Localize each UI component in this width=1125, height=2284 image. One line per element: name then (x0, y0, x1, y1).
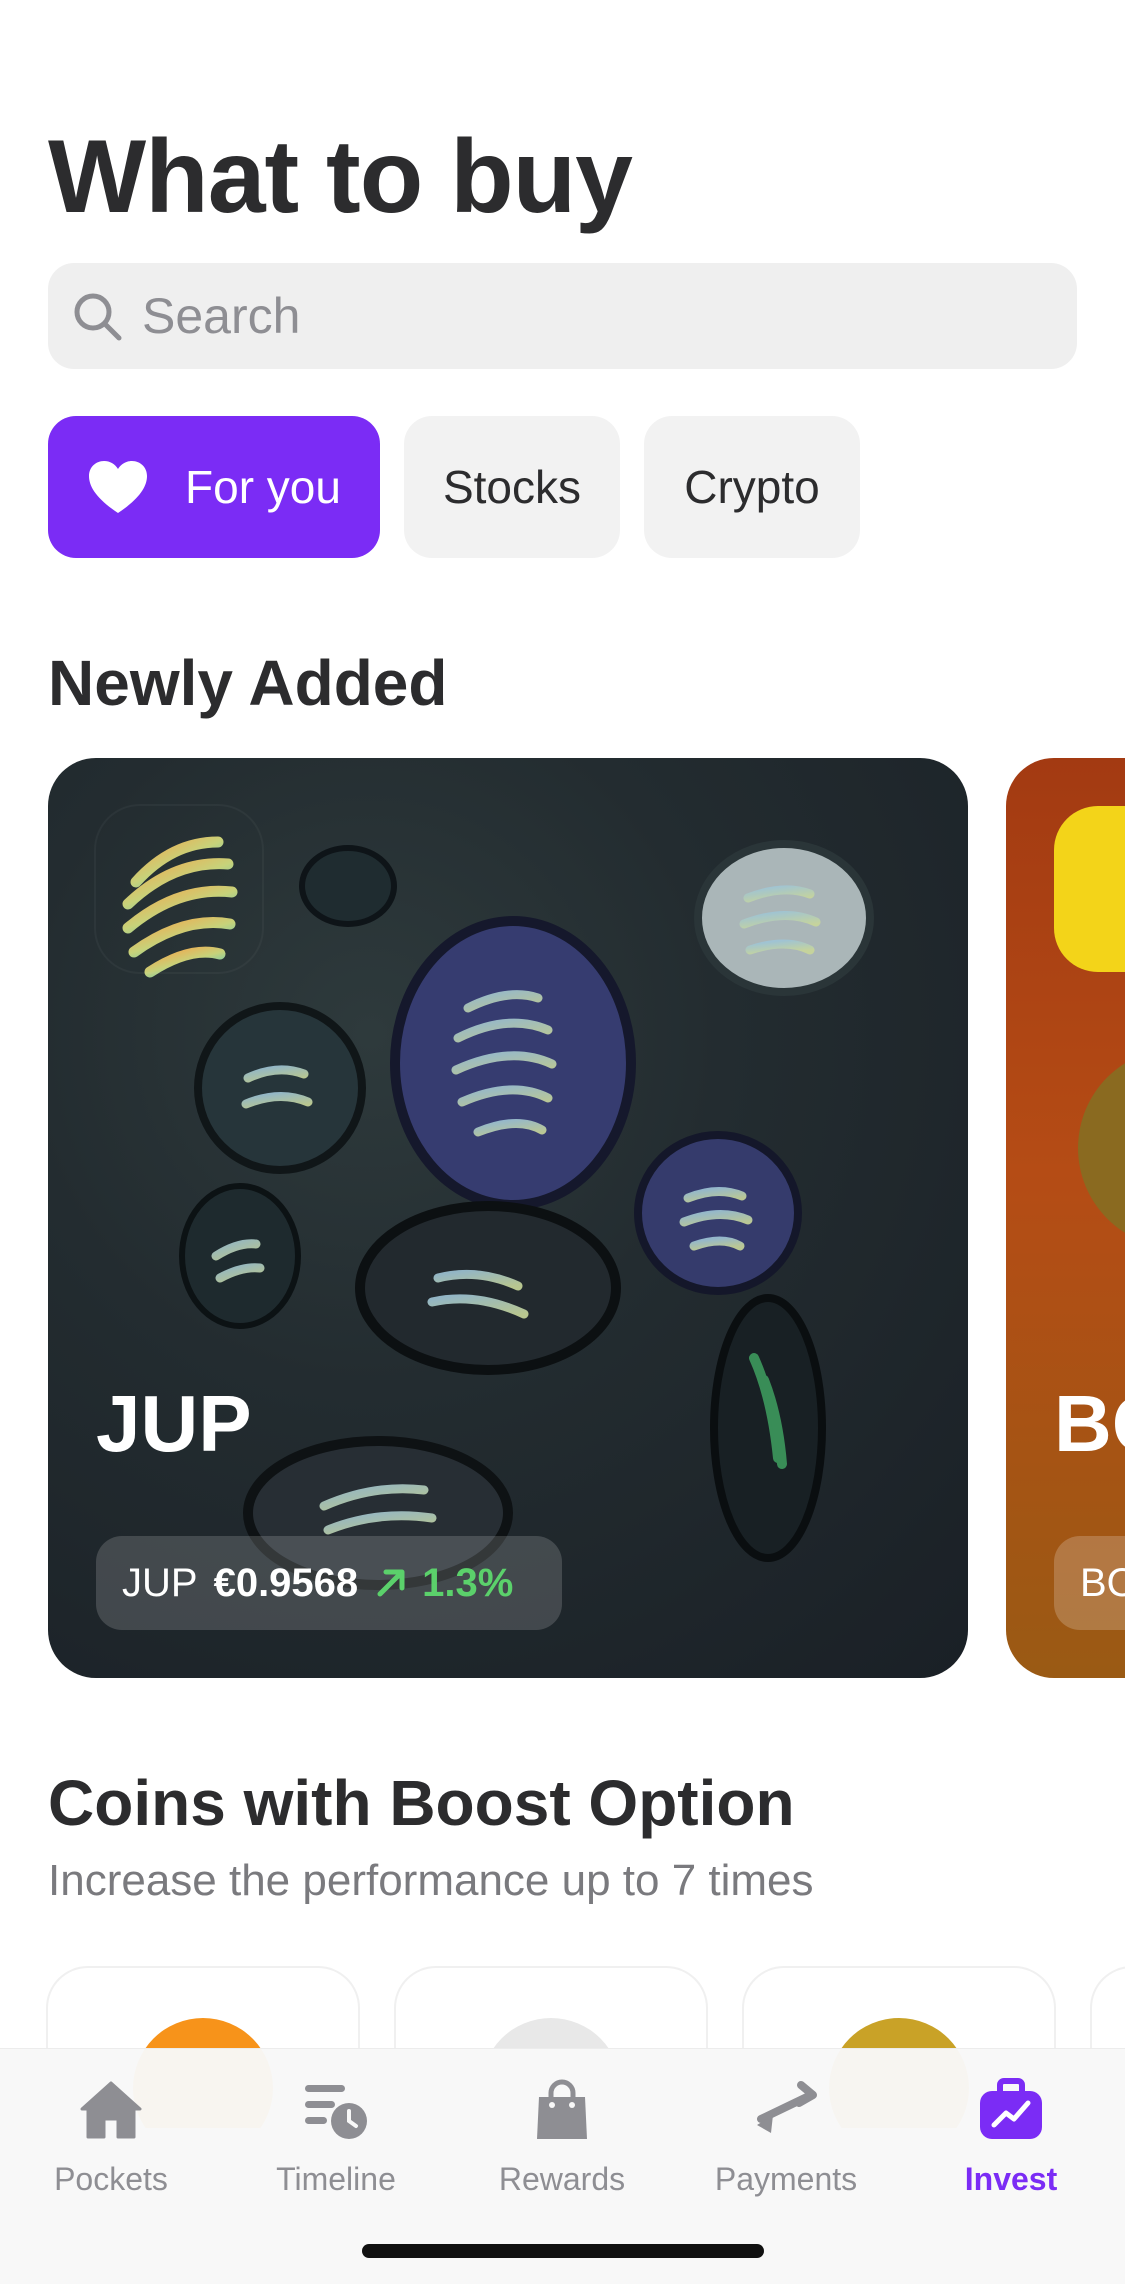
filter-chip-label: Stocks (442, 461, 582, 513)
coin-price: €0.9568 (213, 1560, 359, 1605)
coin-card-jup[interactable]: JUP JUP €0.9568 1.3% (48, 758, 968, 1678)
tab-label: Payments (714, 2161, 858, 2197)
coin-name: JUP (96, 1379, 252, 1468)
tab-invest[interactable]: Invest (911, 2073, 1111, 2223)
home-icon (80, 2081, 142, 2139)
filter-chip-label: Crypto (684, 461, 820, 513)
jup-logo-icon (96, 806, 262, 972)
heart-icon (89, 461, 148, 513)
home-indicator[interactable] (362, 2244, 764, 2258)
coin-symbol: JUP (122, 1560, 198, 1605)
coin-logo-icon (1054, 806, 1125, 972)
price-pill: JUP €0.9568 1.3% (96, 1536, 562, 1630)
filter-chip-label: For you (185, 461, 341, 513)
tab-label: Rewards (498, 2161, 626, 2197)
timeline-icon (305, 2085, 367, 2139)
transfer-arrows-icon (757, 2081, 817, 2133)
search-icon (74, 293, 122, 341)
tab-label: Pockets (54, 2161, 168, 2197)
filter-chip-crypto[interactable]: Crypto (644, 416, 860, 558)
tab-label: Timeline (276, 2161, 396, 2197)
search-bar[interactable] (48, 263, 1077, 369)
section-title-boost: Coins with Boost Option (48, 1767, 795, 1839)
price-change: 1.3% (422, 1560, 514, 1605)
price-pill: BO (1054, 1536, 1125, 1630)
tab-timeline[interactable]: Timeline (236, 2073, 436, 2223)
coin-name: BO (1054, 1379, 1125, 1468)
what-to-buy-screen: What to buy For you Stocks Crypto Newly … (0, 0, 1125, 2284)
coin-card-bo[interactable]: BO BO (1006, 758, 1125, 1678)
tab-rewards[interactable]: Rewards (462, 2073, 662, 2223)
tab-label: Invest (964, 2161, 1058, 2197)
shopping-bag-icon (537, 2079, 587, 2139)
tab-pockets[interactable]: Pockets (11, 2073, 211, 2223)
section-title-newly-added: Newly Added (48, 647, 448, 719)
section-subtitle-boost: Increase the performance up to 7 times (48, 1856, 814, 1905)
coin-symbol: BO (1080, 1560, 1125, 1605)
page-title: What to buy (48, 119, 633, 235)
briefcase-chart-icon (980, 2078, 1042, 2139)
coin-artwork (1078, 1048, 1125, 1248)
arrow-up-right-icon (377, 1569, 405, 1597)
search-input[interactable] (142, 263, 1042, 369)
filter-chip-for-you[interactable]: For you (48, 416, 380, 558)
tab-payments[interactable]: Payments (686, 2073, 886, 2223)
filter-chip-stocks[interactable]: Stocks (404, 416, 620, 558)
